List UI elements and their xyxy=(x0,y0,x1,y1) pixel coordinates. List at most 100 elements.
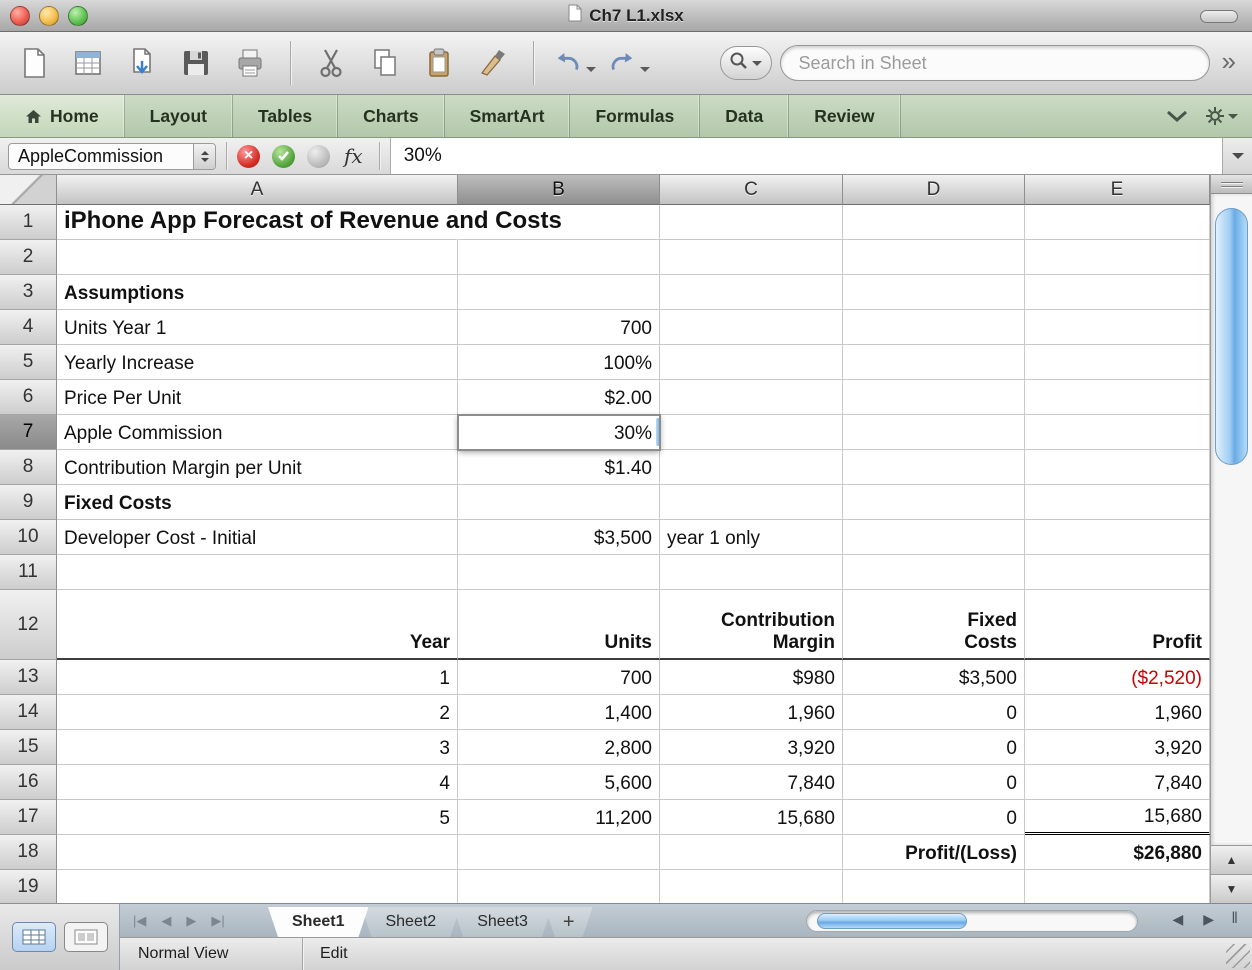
normal-view-button[interactable] xyxy=(11,922,56,952)
cell-E2[interactable] xyxy=(1025,240,1210,275)
row-header-12[interactable]: 12 xyxy=(0,590,57,660)
cell-C17[interactable]: 15,680 xyxy=(660,800,843,835)
scroll-left-icon[interactable]: ◀ xyxy=(1172,911,1183,928)
cell-C5[interactable] xyxy=(660,345,843,380)
row-header-7[interactable]: 7 xyxy=(0,415,57,450)
horizontal-scrollbar[interactable] xyxy=(806,910,1138,932)
split-handle[interactable] xyxy=(1211,175,1252,194)
row-header-11[interactable]: 11 xyxy=(0,555,57,590)
row-header-17[interactable]: 17 xyxy=(0,800,57,835)
cell-C8[interactable] xyxy=(660,450,843,485)
cell-C13[interactable]: $980 xyxy=(660,660,843,695)
name-box-stepper[interactable] xyxy=(193,143,215,169)
redo-icon[interactable] xyxy=(606,40,650,86)
cell-D15[interactable]: 0 xyxy=(843,730,1025,765)
pane-splitter-icon[interactable]: ‖ xyxy=(1231,910,1238,928)
cell-A5[interactable]: Yearly Increase xyxy=(57,345,458,380)
cell-E13[interactable]: ($2,520) xyxy=(1025,660,1210,695)
column-header-b[interactable]: B xyxy=(458,175,660,205)
cell-A8[interactable]: Contribution Margin per Unit xyxy=(57,450,458,485)
cell-B16[interactable]: 5,600 xyxy=(458,765,660,800)
column-header-c[interactable]: C xyxy=(660,175,843,205)
cell-A19[interactable] xyxy=(57,870,458,903)
cell-D7[interactable] xyxy=(843,415,1025,450)
cell-E18[interactable]: $26,880 xyxy=(1025,835,1210,870)
cell-D14[interactable]: 0 xyxy=(843,695,1025,730)
minimize-button[interactable] xyxy=(39,6,59,26)
cell-A3[interactable]: Assumptions xyxy=(57,275,458,310)
sheet-tab-sheet1[interactable]: Sheet1 xyxy=(268,907,368,937)
cell-A11[interactable] xyxy=(57,555,458,590)
accept-entry-icon[interactable] xyxy=(272,144,295,168)
hscroll-thumb[interactable] xyxy=(817,913,967,929)
cell-B7[interactable]: 30% xyxy=(457,414,661,451)
close-button[interactable] xyxy=(10,6,30,26)
cell-C18[interactable] xyxy=(660,835,843,870)
row-header-18[interactable]: 18 xyxy=(0,835,57,870)
cell-C16[interactable]: 7,840 xyxy=(660,765,843,800)
cell-E19[interactable] xyxy=(1025,870,1210,903)
last-sheet-icon[interactable]: ▶| xyxy=(211,913,224,929)
tab-formulas[interactable]: Formulas xyxy=(570,95,701,137)
cell-B2[interactable] xyxy=(458,240,660,275)
tab-layout[interactable]: Layout xyxy=(125,95,233,137)
cell-D10[interactable] xyxy=(843,520,1025,555)
cell-E7[interactable] xyxy=(1025,415,1210,450)
cell-E8[interactable] xyxy=(1025,450,1210,485)
cell-D11[interactable] xyxy=(843,555,1025,590)
undo-icon[interactable] xyxy=(552,40,596,86)
cancel-entry-icon[interactable]: × xyxy=(237,144,260,168)
cell-C15[interactable]: 3,920 xyxy=(660,730,843,765)
new-document-icon[interactable] xyxy=(12,40,56,86)
cell-D13[interactable]: $3,500 xyxy=(843,660,1025,695)
cell-E15[interactable]: 3,920 xyxy=(1025,730,1210,765)
sheet-tab-sheet3[interactable]: Sheet3 xyxy=(453,907,552,937)
vscroll-track[interactable] xyxy=(1211,194,1252,845)
insert-function-label[interactable]: fx xyxy=(344,144,363,168)
cell-B15[interactable]: 2,800 xyxy=(458,730,660,765)
tab-data[interactable]: Data xyxy=(700,95,790,137)
cell-B14[interactable]: 1,400 xyxy=(458,695,660,730)
cell-D5[interactable] xyxy=(843,345,1025,380)
cell-C12[interactable]: Contribution Margin xyxy=(660,590,843,660)
cell-C1[interactable] xyxy=(660,205,843,240)
function-wizard-icon[interactable] xyxy=(307,144,330,168)
column-header-d[interactable]: D xyxy=(843,175,1025,205)
cell-B9[interactable] xyxy=(458,485,660,520)
cell-E12[interactable]: Profit xyxy=(1025,590,1210,660)
cell-B17[interactable]: 11,200 xyxy=(458,800,660,835)
cell-B18[interactable] xyxy=(458,835,660,870)
search-scope-button[interactable] xyxy=(719,46,772,80)
ribbon-collapse-icon[interactable] xyxy=(1165,110,1189,123)
cell-A1[interactable]: iPhone App Forecast of Revenue and Costs xyxy=(57,205,562,240)
cell-D17[interactable]: 0 xyxy=(843,800,1025,835)
cell-C4[interactable] xyxy=(660,310,843,345)
cell-D6[interactable] xyxy=(843,380,1025,415)
cell-B11[interactable] xyxy=(458,555,660,590)
cell-A16[interactable]: 4 xyxy=(57,765,458,800)
cell-A15[interactable]: 3 xyxy=(57,730,458,765)
row-header-2[interactable]: 2 xyxy=(0,240,57,275)
cell-B3[interactable] xyxy=(458,275,660,310)
cell-D1[interactable] xyxy=(843,205,1025,240)
cell-D2[interactable] xyxy=(843,240,1025,275)
tab-tables[interactable]: Tables xyxy=(233,95,339,137)
toolbar-overflow-button[interactable]: » xyxy=(1218,46,1240,81)
scroll-down-icon[interactable]: ▼ xyxy=(1211,874,1252,903)
cell-C19[interactable] xyxy=(660,870,843,903)
paste-icon[interactable] xyxy=(417,40,461,86)
scroll-up-icon[interactable]: ▲ xyxy=(1211,845,1252,874)
cell-C11[interactable] xyxy=(660,555,843,590)
cell-E11[interactable] xyxy=(1025,555,1210,590)
scroll-right-icon[interactable]: ▶ xyxy=(1203,911,1214,928)
template-gallery-icon[interactable] xyxy=(66,40,110,86)
save-icon[interactable] xyxy=(174,40,218,86)
cell-A13[interactable]: 1 xyxy=(57,660,458,695)
next-sheet-icon[interactable]: ▶ xyxy=(186,913,196,929)
print-icon[interactable] xyxy=(228,40,272,86)
cell-B19[interactable] xyxy=(458,870,660,903)
cell-A17[interactable]: 5 xyxy=(57,800,458,835)
sheet-tab-sheet2[interactable]: Sheet2 xyxy=(361,907,460,937)
cell-C3[interactable] xyxy=(660,275,843,310)
row-header-16[interactable]: 16 xyxy=(0,765,57,800)
